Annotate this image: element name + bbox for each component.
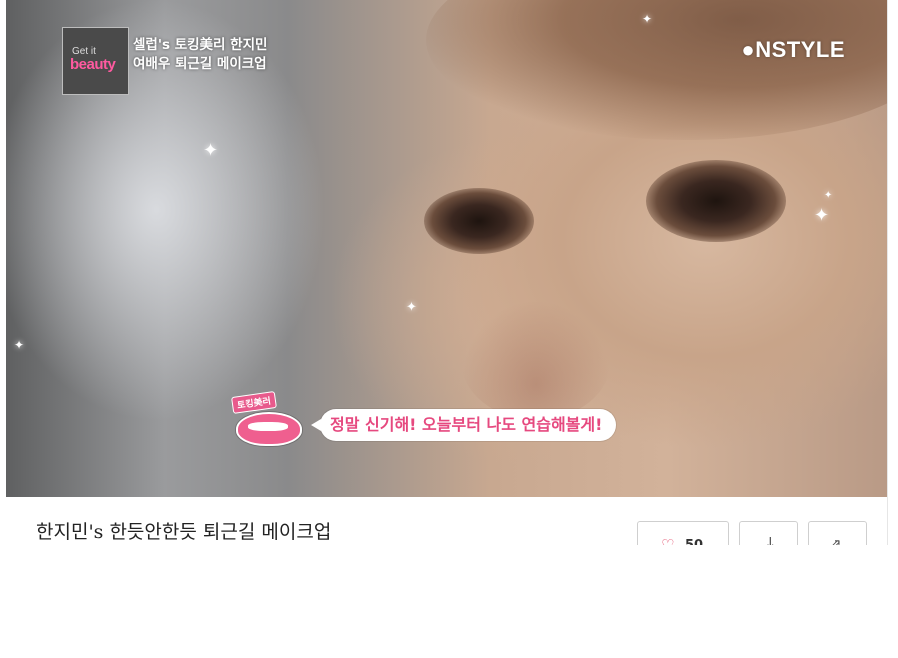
like-button[interactable]: ♡ 50 bbox=[637, 521, 729, 545]
show-title-line-2: 여배우 퇴근길 메이크업 bbox=[133, 56, 267, 72]
sparkle-icon: ✦ bbox=[824, 190, 833, 201]
like-count: 50 bbox=[685, 538, 703, 545]
share-button[interactable]: ⇗ bbox=[808, 521, 867, 545]
video-card: ✦ ✦ ✦ ✦ ✦ ✦ Get it beauty 셀럽's 토킹美리 한지민 … bbox=[6, 0, 888, 545]
video-frame-eye-right bbox=[646, 160, 786, 242]
sparkle-icon: ✦ bbox=[814, 205, 830, 226]
video-frame-hair bbox=[426, 0, 887, 140]
subtitle-bubble: 정말 신기해! 오늘부터 나도 연습해볼게! bbox=[310, 409, 617, 441]
video-frame-eye-left bbox=[424, 188, 534, 254]
download-icon: ↓ bbox=[764, 534, 777, 545]
show-title: 셀럽's 토킹美리 한지민 여배우 퇴근길 메이크업 bbox=[133, 36, 267, 74]
download-button[interactable]: ↓ bbox=[739, 521, 798, 545]
heart-icon: ♡ bbox=[661, 536, 675, 545]
video-info-bar: 한지민's 한듯안한듯 퇴근길 메이크업 ♡ 50 ↓ ⇗ bbox=[6, 497, 887, 545]
badge-line-2: beauty bbox=[70, 56, 116, 73]
video-frame-nose bbox=[461, 300, 611, 420]
onstyle-logo: ●NSTYLE bbox=[741, 37, 845, 62]
share-icon: ⇗ bbox=[829, 535, 842, 545]
get-it-beauty-badge: Get it beauty bbox=[62, 27, 129, 95]
lips-icon bbox=[236, 408, 302, 446]
sparkle-icon: ✦ bbox=[406, 300, 417, 315]
sparkle-icon: ✦ bbox=[203, 140, 219, 161]
show-title-line-1: 셀럽's 토킹美리 한지민 bbox=[133, 37, 268, 53]
sparkle-icon: ✦ bbox=[14, 338, 25, 352]
video-title: 한지민's 한듯안한듯 퇴근길 메이크업 bbox=[36, 521, 332, 543]
sparkle-icon: ✦ bbox=[642, 12, 653, 26]
video-player[interactable]: ✦ ✦ ✦ ✦ ✦ ✦ Get it beauty 셀럽's 토킹美리 한지민 … bbox=[6, 0, 887, 497]
